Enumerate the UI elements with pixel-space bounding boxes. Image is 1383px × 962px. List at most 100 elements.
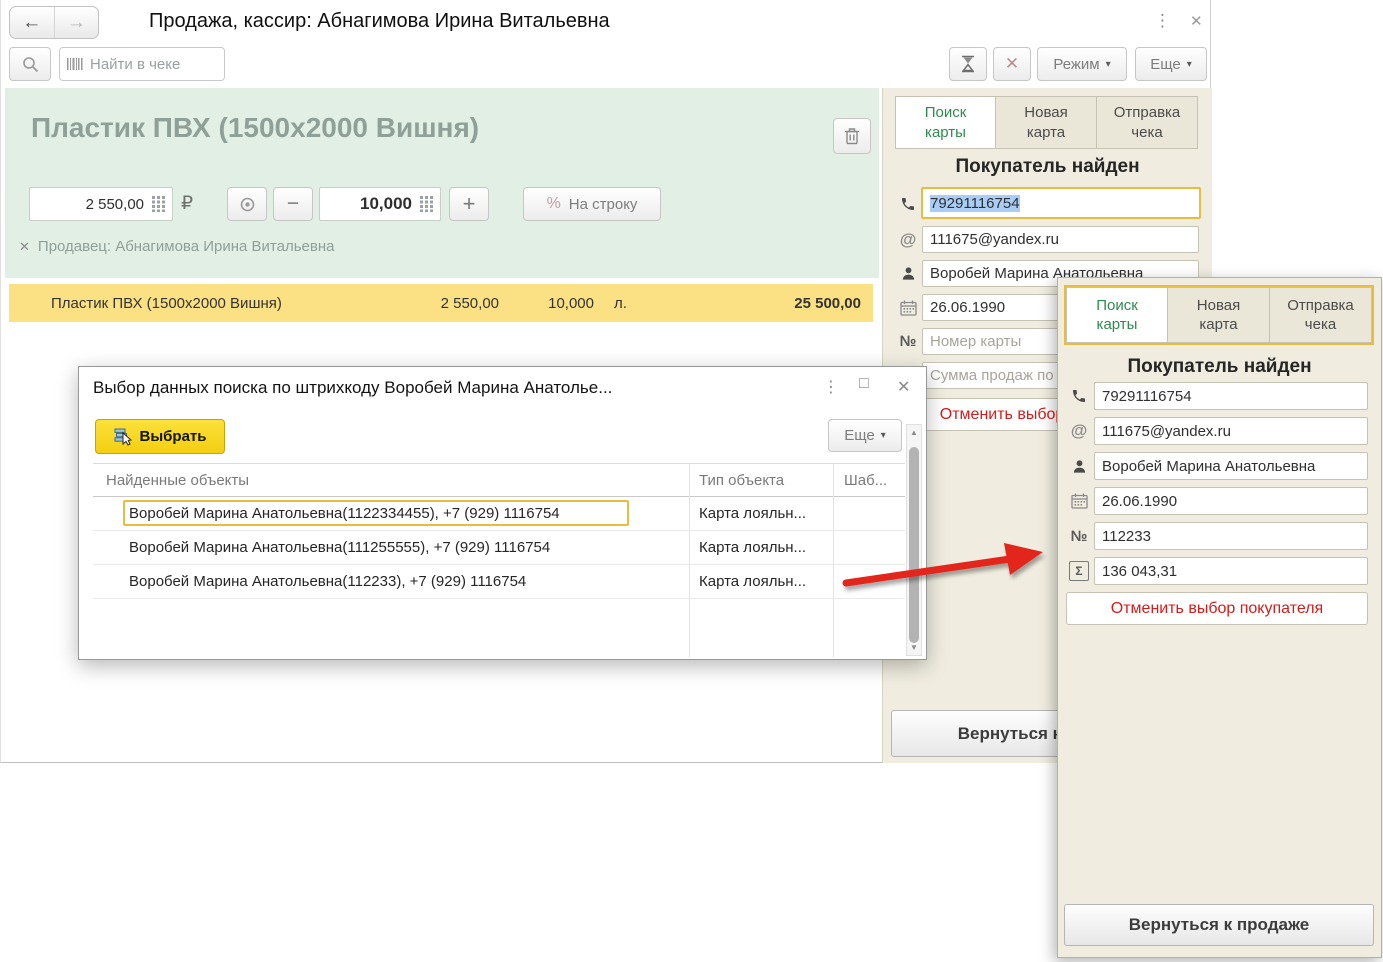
window-close-icon[interactable]: ✕ — [1190, 12, 1203, 30]
tab-label: чека — [1305, 315, 1336, 334]
hourglass-icon — [960, 55, 976, 73]
scroll-up-icon[interactable]: ▲ — [907, 428, 921, 437]
callout-birthdate-input[interactable]: 26.06.1990 — [1094, 487, 1368, 515]
mode-label: Режим — [1053, 56, 1099, 73]
mode-button[interactable]: Режим ▾ — [1037, 47, 1127, 81]
nav-history-group: ← → — [9, 6, 99, 39]
dialog-more-caret-icon: ▾ — [881, 430, 886, 441]
receipt-item-name: Пластик ПВХ (1500x2000 Вишня) — [51, 295, 282, 312]
email-at-icon: @ — [897, 226, 919, 253]
tab-card-search[interactable]: Поиск карты — [895, 96, 996, 149]
email-input[interactable]: 111675@yandex.ru — [922, 226, 1199, 253]
scrollbar-thumb[interactable] — [909, 447, 919, 643]
select-stack-cursor-icon — [114, 427, 133, 446]
minus-icon: − — [287, 192, 299, 216]
line-discount-button[interactable]: % На строку — [523, 187, 661, 221]
dialog-kebab-icon[interactable]: ⋮ — [823, 377, 839, 397]
search-button[interactable] — [9, 47, 51, 81]
more-button[interactable]: Еще ▾ — [1135, 47, 1207, 81]
calendar-icon — [897, 294, 919, 321]
callout-return-to-sale-label: Вернуться к продаже — [1129, 915, 1310, 935]
line-discount-label: На строку — [569, 196, 638, 213]
card-number-placeholder: Номер карты — [930, 333, 1021, 350]
tab-new-card[interactable]: Новая карта — [996, 96, 1097, 149]
seller-label: Продавец: Абнагимова Ирина Витальевна — [38, 238, 335, 255]
clear-seller-icon[interactable]: ✕ — [19, 239, 30, 255]
mode-caret-icon: ▾ — [1106, 59, 1111, 70]
phone-input[interactable]: 79291116754 — [921, 187, 1201, 219]
target-eye-icon — [240, 197, 255, 212]
calendar-icon — [1068, 487, 1090, 515]
dialog-more-button[interactable]: Еще ▾ — [828, 419, 902, 452]
callout-phone-input[interactable]: 79291116754 — [1094, 382, 1368, 410]
numpad-icon[interactable] — [420, 196, 433, 212]
tab-label: карта — [1199, 315, 1237, 334]
card-numero-icon: № — [897, 328, 919, 355]
receipt-item-unit: л. — [614, 295, 627, 312]
screen: ← → Продажа, кассир: Абнагимова Ирина Ви… — [0, 0, 1383, 962]
sidebar-tabs: Поиск карты Новая карта Отправка чека — [895, 96, 1198, 149]
person-icon — [897, 260, 919, 287]
quantity-input[interactable]: 10,000 — [319, 187, 441, 221]
callout-card-number-input[interactable]: 112233 — [1094, 522, 1368, 550]
callout-sales-sum-value: 136 043,31 — [1102, 563, 1177, 580]
callout-sales-sum-input[interactable]: 136 043,31 — [1094, 557, 1368, 585]
column-template[interactable]: Шаб... — [844, 464, 904, 496]
delete-line-button[interactable] — [833, 118, 871, 154]
email-value: 111675@yandex.ru — [930, 231, 1059, 248]
item-info-button[interactable] — [227, 187, 267, 221]
dialog-scrollbar[interactable]: ▲ ▼ — [906, 424, 922, 656]
phone-icon — [1068, 382, 1090, 410]
receipt-item-price: 2 550,00 — [359, 295, 499, 312]
callout-return-to-sale-button[interactable]: Вернуться к продаже — [1064, 904, 1374, 946]
dialog-maximize-icon[interactable]: □ — [859, 375, 869, 393]
numpad-icon[interactable] — [152, 196, 165, 212]
callout-tab-card-search[interactable]: Поиск карты — [1066, 287, 1168, 343]
qty-decrease-button[interactable]: − — [273, 187, 313, 221]
postpone-button[interactable] — [949, 47, 987, 81]
select-button[interactable]: Выбрать — [95, 419, 225, 454]
receipt-item-qty: 10,000 — [514, 295, 594, 312]
receipt-item-total: 25 500,00 — [794, 295, 861, 312]
card-numero-icon: № — [1068, 522, 1090, 550]
search-input[interactable]: Найти в чеке — [59, 47, 225, 81]
price-input[interactable]: 2 550,00 — [29, 187, 173, 221]
customer-panel-callout: Поиск карты Новая карта Отправка чека По… — [1057, 277, 1382, 958]
callout-card-number-value: 112233 — [1102, 528, 1151, 545]
barcode-icon — [67, 57, 83, 71]
more-caret-icon: ▾ — [1187, 59, 1192, 70]
result-type: Карта лояльн... — [699, 531, 839, 564]
callout-phone-value: 79291116754 — [1102, 388, 1192, 405]
phone-value-selected: 79291116754 — [930, 195, 1020, 212]
result-row[interactable]: Воробей Марина Анатольевна(111255555), +… — [93, 531, 905, 565]
tab-label: карты — [925, 123, 966, 142]
dialog-close-icon[interactable]: ✕ — [897, 377, 910, 397]
forward-button[interactable]: → — [55, 7, 99, 38]
callout-tab-new-card[interactable]: Новая карта — [1168, 287, 1270, 343]
results-table-header: Найденные объекты Тип объекта Шаб... — [93, 463, 905, 497]
callout-tabs: Поиск карты Новая карта Отправка чека — [1064, 285, 1374, 345]
cancel-receipt-button[interactable]: ✕ — [993, 47, 1031, 81]
callout-email-input[interactable]: 111675@yandex.ru — [1094, 417, 1368, 445]
qty-increase-button[interactable]: + — [449, 187, 489, 221]
column-objects[interactable]: Найденные объекты — [106, 464, 686, 496]
result-row[interactable]: Воробей Марина Анатольевна(112233), +7 (… — [93, 565, 905, 599]
sales-sum-placeholder: Сумма продаж по — [930, 367, 1054, 384]
receipt-row[interactable]: Пластик ПВХ (1500x2000 Вишня) 2 550,00 1… — [9, 284, 873, 322]
callout-name-input[interactable]: Воробей Марина Анатольевна — [1094, 452, 1368, 480]
back-button[interactable]: ← — [10, 7, 54, 38]
callout-cancel-customer-button[interactable]: Отменить выбор покупателя — [1066, 592, 1368, 625]
sigma-glyph: Σ — [1069, 561, 1089, 581]
column-type[interactable]: Тип объекта — [699, 464, 831, 496]
search-placeholder: Найти в чеке — [90, 56, 180, 73]
tab-label: Поиск — [1096, 296, 1138, 315]
ruble-icon: ₽ — [181, 192, 193, 215]
scroll-down-icon[interactable]: ▼ — [907, 643, 921, 652]
sum-sigma-icon: Σ — [1068, 557, 1090, 585]
callout-tab-send-receipt[interactable]: Отправка чека — [1270, 287, 1372, 343]
result-row[interactable]: Воробей Марина Анатольевна(1122334455), … — [93, 497, 905, 531]
cancel-x-icon: ✕ — [1005, 54, 1019, 74]
back-icon: ← — [22, 12, 41, 34]
tab-send-receipt[interactable]: Отправка чека — [1097, 96, 1198, 149]
window-menu-kebab-icon[interactable]: ⋮ — [1154, 11, 1171, 31]
